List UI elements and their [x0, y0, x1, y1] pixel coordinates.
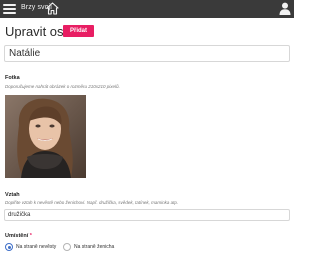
radio-button-checked[interactable]: [5, 243, 13, 251]
add-button[interactable]: Přidat: [63, 25, 94, 37]
radio-groom-side[interactable]: Na straně ženicha: [63, 243, 114, 251]
placement-label-text: Umístění: [5, 233, 29, 239]
user-icon[interactable]: [279, 2, 291, 15]
relationship-input[interactable]: družička: [4, 209, 290, 221]
relationship-hint: Doplňte vztah k nevěstě nebo ženichovi. …: [5, 200, 179, 205]
name-input[interactable]: Natálie: [4, 45, 290, 62]
radio-label-groom-side: Na straně ženicha: [74, 244, 115, 250]
top-navigation-bar: Brzy svoji: [0, 0, 294, 18]
relationship-label: Vztah: [5, 192, 20, 198]
photo-label: Fotka: [5, 75, 20, 81]
photo-hint: Doporučujeme nahrát obrázek o rozměru 21…: [5, 84, 120, 89]
hamburger-icon[interactable]: [3, 4, 16, 14]
radio-button-unchecked[interactable]: [63, 243, 71, 251]
radio-bride-side[interactable]: Na straně nevěsty: [5, 243, 56, 251]
required-mark: *: [29, 233, 32, 239]
placement-label: Umístění *: [5, 233, 32, 239]
profile-photo[interactable]: [5, 95, 86, 178]
home-icon[interactable]: [46, 2, 59, 15]
radio-label-bride-side: Na straně nevěsty: [16, 244, 57, 250]
portrait-image: [5, 95, 86, 178]
